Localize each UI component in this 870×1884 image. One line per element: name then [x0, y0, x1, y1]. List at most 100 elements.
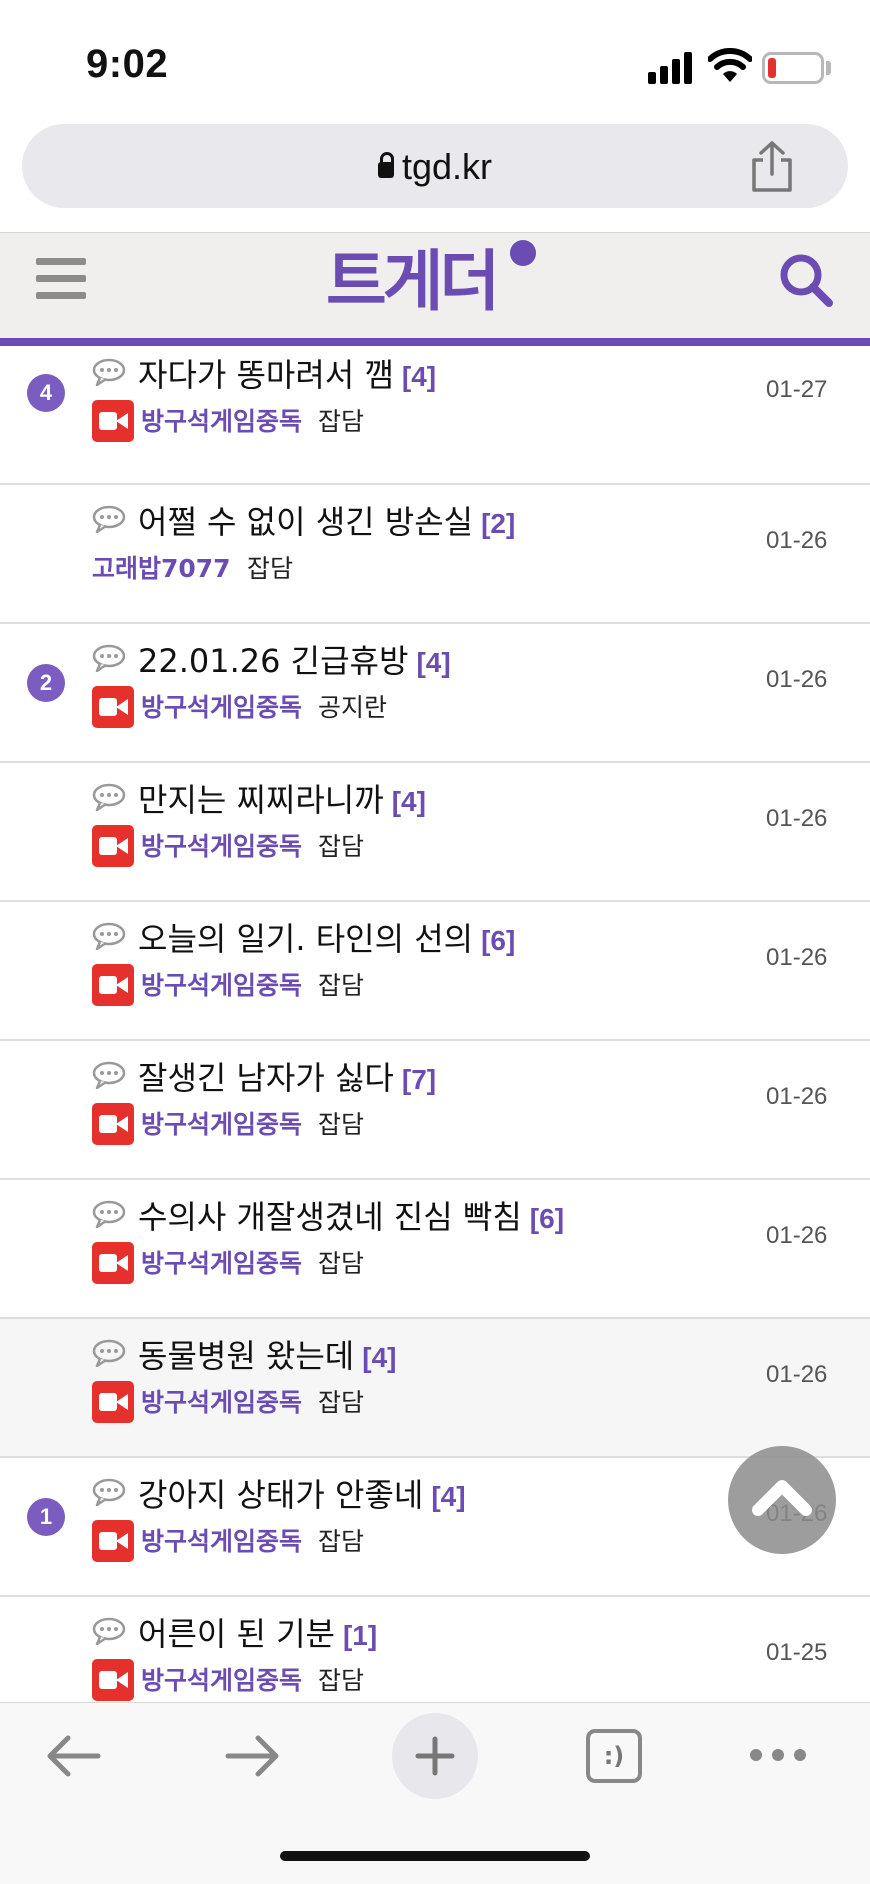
author-name[interactable]: 방구석게임중독: [141, 1105, 302, 1141]
post-title[interactable]: 동물병원 왔는데 [4]: [138, 1331, 397, 1377]
post-title[interactable]: 만지는 찌찌라니까 [4]: [138, 775, 426, 821]
post-row[interactable]: 잘생긴 남자가 싫다 [7] 방구석게임중독 잡담 01-26: [0, 1041, 870, 1180]
comment-bubble-icon: [92, 1061, 126, 1090]
comment-bubble-icon: [92, 1200, 126, 1229]
author-name[interactable]: 방구석게임중독: [141, 966, 302, 1002]
comment-count: [6]: [529, 1203, 565, 1234]
board-name: 잡담: [318, 407, 365, 436]
post-row[interactable]: 2 22.01.26 긴급휴방 [4] 방구석게임중독 공지란 01-26: [0, 624, 870, 763]
post-row[interactable]: 어쩔 수 없이 생긴 방손실 [2] 고래밥7077 잡담 01-26: [0, 485, 870, 624]
scroll-to-top-button[interactable]: [728, 1446, 836, 1554]
post-title-text: 만지는 찌찌라니까: [138, 781, 384, 819]
post-date: 01-26: [766, 666, 828, 693]
chevron-up-icon: [752, 1480, 812, 1516]
post-title-text: 어쩔 수 없이 생긴 방손실: [138, 503, 474, 541]
streamer-video-icon: [92, 964, 134, 1006]
url-display[interactable]: tgd.kr: [22, 146, 848, 188]
comment-count: [6]: [481, 925, 516, 956]
status-time: 9:02: [86, 42, 169, 86]
logo-dot: [510, 240, 536, 266]
post-title-text: 오늘의 일기. 타인의 선의: [138, 920, 474, 958]
address-bar[interactable]: tgd.kr: [22, 124, 848, 208]
author-name[interactable]: 방구석게임중독: [141, 1383, 302, 1419]
streamer-video-icon: [92, 1103, 134, 1145]
board-name: 잡담: [318, 832, 365, 861]
post-date: 01-26: [766, 805, 828, 832]
board-name: 잡담: [318, 1666, 365, 1695]
post-date: 01-26: [766, 944, 828, 971]
author-name[interactable]: 방구석게임중독: [141, 688, 302, 724]
comment-count: [4]: [362, 1342, 397, 1373]
comment-count: [4]: [416, 647, 451, 678]
streamer-video-icon: [92, 825, 134, 867]
hamburger-menu-icon[interactable]: [36, 258, 86, 300]
rank-badge: 1: [27, 1498, 65, 1536]
comment-bubble-icon: [92, 644, 126, 673]
site-logo[interactable]: 트게더: [326, 246, 536, 318]
post-date: 01-26: [766, 527, 828, 554]
board-name: 잡담: [318, 971, 365, 1000]
forward-arrow-icon[interactable]: [224, 1733, 282, 1779]
comment-count: [2]: [481, 508, 516, 539]
post-title-text: 잘생긴 남자가 싫다: [138, 1059, 394, 1097]
post-title[interactable]: 22.01.26 긴급휴방 [4]: [138, 636, 451, 682]
post-title[interactable]: 자다가 똥마려서 깸 [4]: [138, 350, 436, 396]
streamer-video-icon: [92, 1520, 134, 1562]
share-icon[interactable]: [748, 140, 796, 194]
streamer-video-icon: [92, 1659, 134, 1701]
post-title-text: 동물병원 왔는데: [138, 1337, 355, 1375]
author-name[interactable]: 방구석게임중독: [141, 1661, 302, 1697]
board-name: 잡담: [318, 1388, 365, 1417]
post-date: 01-27: [766, 376, 828, 403]
comment-count: [7]: [401, 1064, 437, 1095]
post-date: 01-25: [766, 1639, 828, 1666]
comment-bubble-icon: [92, 1478, 126, 1507]
post-title[interactable]: 어쩔 수 없이 생긴 방손실 [2]: [138, 497, 515, 543]
board-name: 잡담: [247, 554, 294, 583]
tabs-button[interactable]: :): [586, 1729, 642, 1783]
post-row[interactable]: 오늘의 일기. 타인의 선의 [6] 방구석게임중독 잡담 01-26: [0, 902, 870, 1041]
author-name[interactable]: 방구석게임중독: [141, 1522, 302, 1558]
post-title-text: 수의사 개잘생겼네 진심 빡침: [138, 1198, 522, 1236]
more-icon[interactable]: [748, 1745, 808, 1765]
back-arrow-icon[interactable]: [44, 1733, 102, 1779]
post-title[interactable]: 수의사 개잘생겼네 진심 빡침 [6]: [138, 1192, 564, 1238]
post-row[interactable]: 4 자다가 똥마려서 깸 [4] 방구석게임중독 잡담 01-27: [0, 346, 870, 485]
post-row[interactable]: 만지는 찌찌라니까 [4] 방구석게임중독 잡담 01-26: [0, 763, 870, 902]
post-title[interactable]: 강아지 상태가 안좋네 [4]: [138, 1470, 466, 1516]
board-name: 잡담: [318, 1527, 365, 1556]
post-row[interactable]: 동물병원 왔는데 [4] 방구석게임중독 잡담 01-26: [0, 1319, 870, 1458]
comment-count: [4]: [401, 361, 437, 392]
author-name[interactable]: 고래밥7077: [92, 549, 231, 585]
battery-icon: [762, 52, 824, 84]
post-title[interactable]: 오늘의 일기. 타인의 선의 [6]: [138, 914, 515, 960]
post-title[interactable]: 잘생긴 남자가 싫다 [7]: [138, 1053, 436, 1099]
post-row[interactable]: 수의사 개잘생겼네 진심 빡침 [6] 방구석게임중독 잡담 01-26: [0, 1180, 870, 1319]
cellular-signal-icon: [648, 50, 694, 84]
header-accent-line: [0, 338, 870, 346]
comment-count: [1]: [342, 1620, 378, 1651]
author-name[interactable]: 방구석게임중독: [141, 402, 302, 438]
streamer-video-icon: [92, 686, 134, 728]
rank-badge: 2: [27, 664, 65, 702]
comment-bubble-icon: [92, 505, 126, 534]
rank-badge: 4: [27, 374, 65, 412]
new-tab-button[interactable]: [392, 1713, 478, 1799]
post-date: 01-26: [766, 1083, 828, 1110]
streamer-video-icon: [92, 1242, 134, 1284]
search-icon[interactable]: [778, 252, 834, 308]
post-title[interactable]: 어른이 된 기분 [1]: [138, 1609, 377, 1655]
board-name: 잡담: [318, 1110, 365, 1139]
streamer-video-icon: [92, 400, 134, 442]
comment-bubble-icon: [92, 783, 126, 812]
post-title-text: 자다가 똥마려서 깸: [138, 356, 394, 394]
author-name[interactable]: 방구석게임중독: [141, 1244, 302, 1280]
home-indicator: [280, 1851, 590, 1861]
streamer-video-icon: [92, 1381, 134, 1423]
comment-bubble-icon: [92, 922, 126, 951]
lock-icon: [377, 152, 394, 180]
comment-bubble-icon: [92, 1617, 126, 1646]
author-name[interactable]: 방구석게임중독: [141, 827, 302, 863]
comment-count: [4]: [391, 786, 426, 817]
post-title-text: 강아지 상태가 안좋네: [138, 1476, 424, 1514]
